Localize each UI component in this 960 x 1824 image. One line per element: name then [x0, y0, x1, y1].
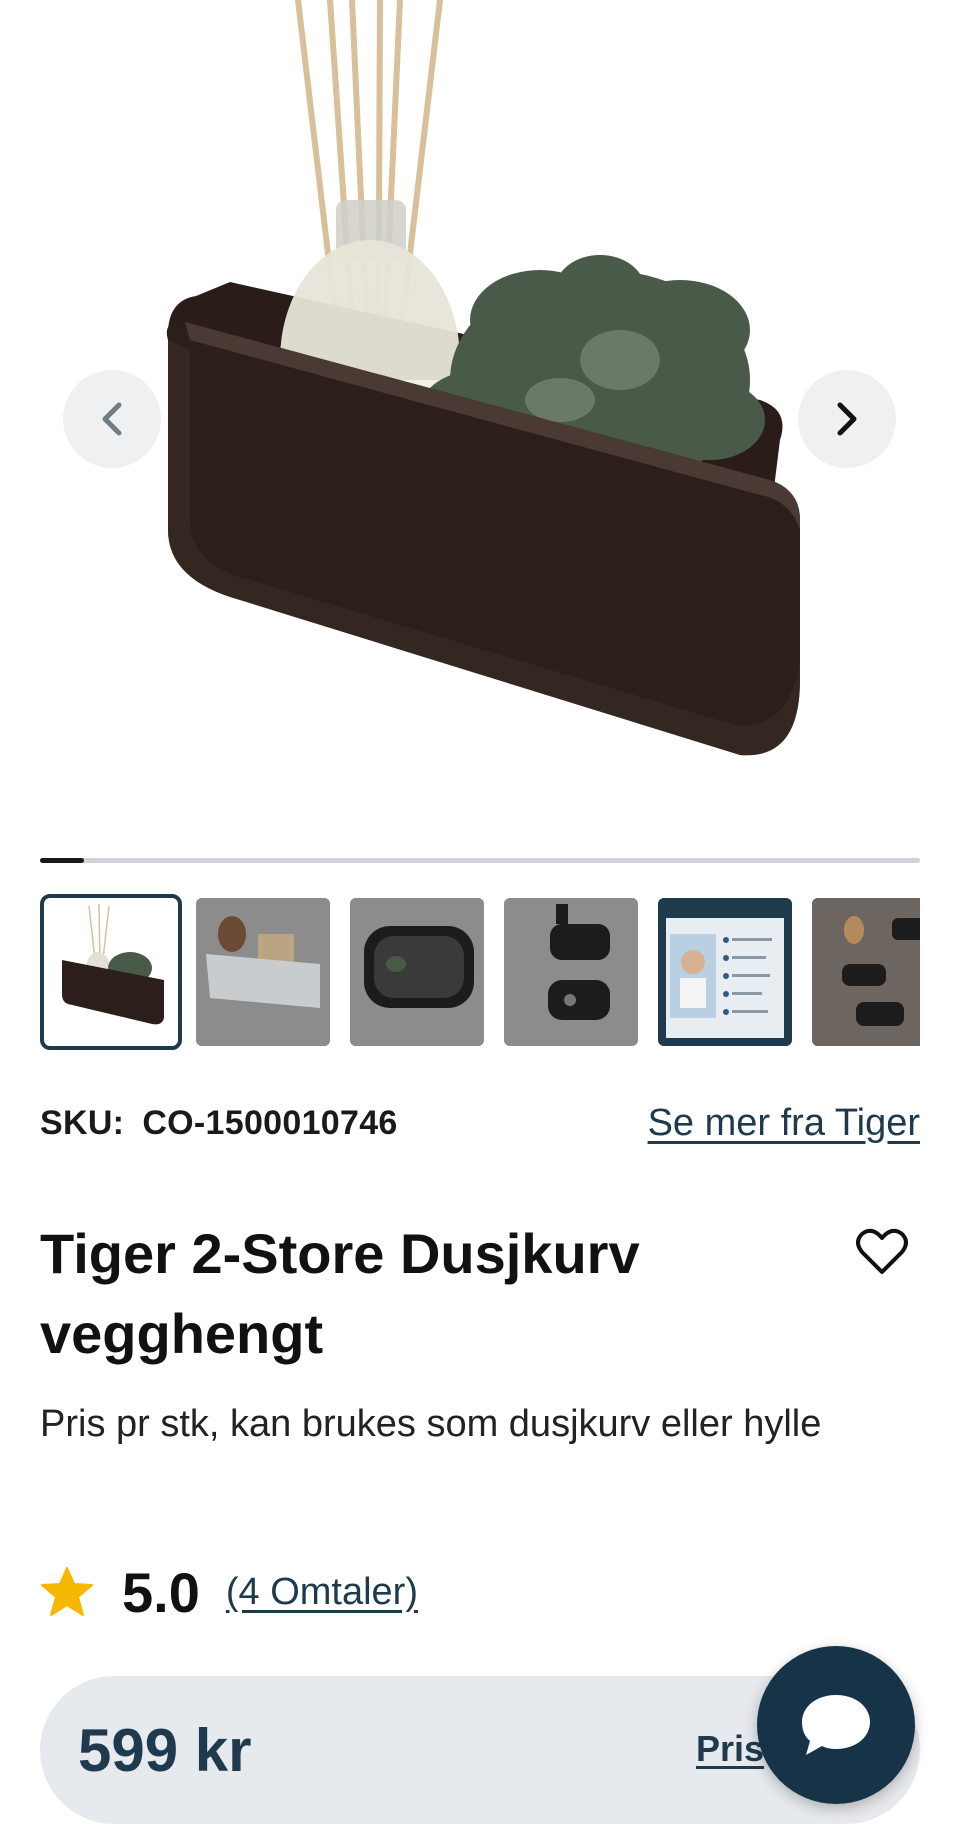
- thumb-bathroom[interactable]: [812, 898, 920, 1046]
- chevron-right-icon: [837, 402, 857, 436]
- price: 599 kr: [78, 1717, 252, 1784]
- gallery-next-button[interactable]: [798, 370, 896, 468]
- thumb-white-basket[interactable]: [196, 898, 330, 1046]
- thumbnail-strip[interactable]: [40, 894, 920, 1050]
- product-image: [0, 0, 960, 820]
- gallery-prev-button[interactable]: [63, 370, 161, 468]
- heart-outline-icon: [856, 1228, 908, 1274]
- thumb-black-basket[interactable]: [40, 894, 182, 1050]
- sku-value: CO-1500010746: [142, 1103, 398, 1142]
- pris-link[interactable]: Pris: [696, 1728, 764, 1770]
- star-icon: [41, 1567, 93, 1616]
- product-subtitle: Pris pr stk, kan brukes som dusjkurv ell…: [40, 1403, 822, 1445]
- brand-link[interactable]: Se mer fra Tiger: [648, 1102, 920, 1145]
- rating-value: 5.0: [122, 1560, 200, 1624]
- product-title: Tiger 2-Store Dusjkurv vegghengt: [40, 1222, 640, 1365]
- gallery-progress-bar: [40, 858, 920, 863]
- favorite-button[interactable]: [856, 1228, 908, 1276]
- reviews-link[interactable]: (4 Omtaler): [226, 1571, 418, 1614]
- thumb-wall-mounted[interactable]: [504, 898, 638, 1046]
- sku-label: SKU:: [40, 1103, 125, 1142]
- rating-row: 5.0 (4 Omtaler): [40, 1560, 418, 1624]
- chat-button[interactable]: [757, 1646, 915, 1804]
- sku: SKU: CO-1500010746: [40, 1104, 398, 1143]
- chat-bubble-icon: [802, 1695, 870, 1755]
- sku-row: SKU: CO-1500010746 Se mer fra Tiger: [40, 1100, 920, 1146]
- gallery-progress-fill: [40, 858, 84, 863]
- chevron-left-icon: [102, 402, 122, 436]
- thumb-black-shelf[interactable]: [350, 898, 484, 1046]
- thumb-promo[interactable]: [658, 898, 792, 1046]
